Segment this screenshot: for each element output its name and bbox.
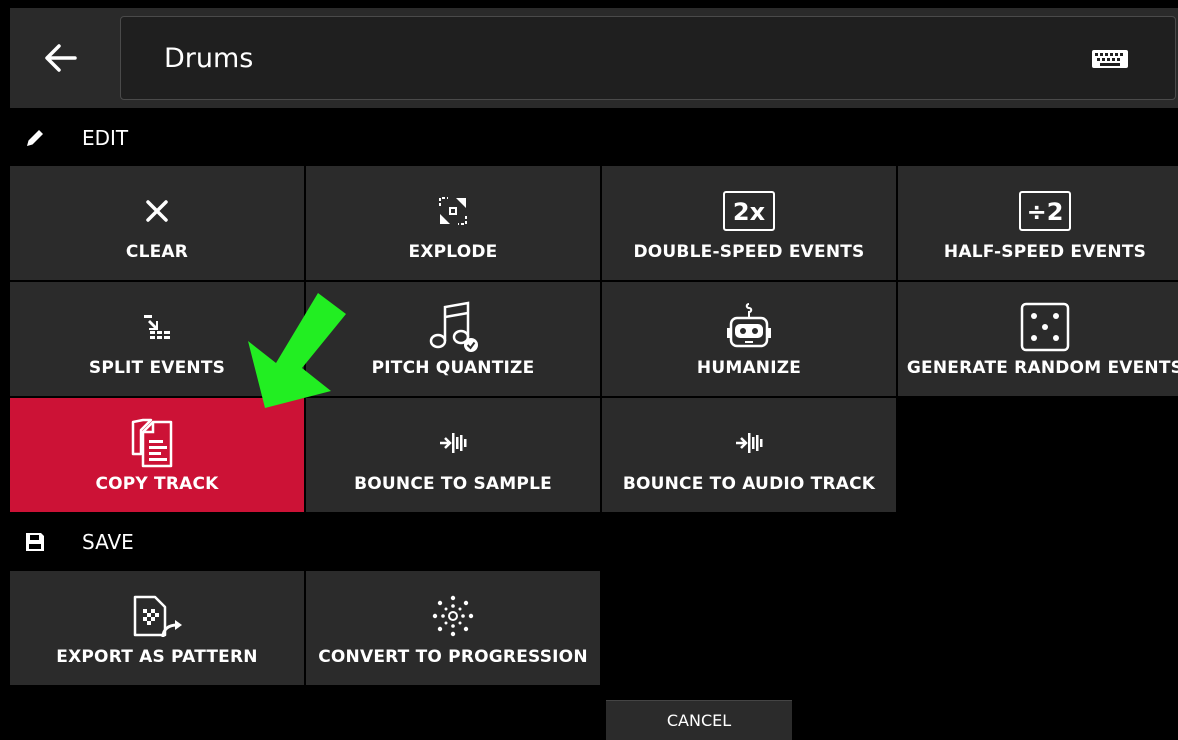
edit-section-header: EDIT [10, 113, 128, 163]
humanize-button[interactable]: HUMANIZE [602, 282, 896, 396]
track-name-value: Drums [164, 42, 254, 74]
copy-track-icon [131, 418, 173, 468]
cancel-button[interactable]: CANCEL [606, 700, 792, 740]
track-name-field[interactable]: Drums [120, 16, 1176, 100]
pitch-quantize-button[interactable]: PITCH QUANTIZE [306, 282, 600, 396]
half-speed-label: HALF-SPEED EVENTS [943, 242, 1147, 262]
bounce-to-sample-button[interactable]: BOUNCE TO SAMPLE [306, 398, 600, 512]
export-as-pattern-label: EXPORT AS PATTERN [56, 647, 258, 667]
half-speed-events-button[interactable]: ÷2 HALF-SPEED EVENTS [898, 166, 1178, 280]
bounce-icon [736, 433, 763, 453]
convert-to-progression-label: CONVERT TO PROGRESSION [318, 647, 588, 667]
generate-random-events-button[interactable]: GENERATE RANDOM EVENTS [898, 282, 1178, 396]
export-as-pattern-button[interactable]: EXPORT AS PATTERN [10, 571, 304, 685]
dice-icon [1020, 302, 1070, 352]
split-events-button[interactable]: SPLIT EVENTS [10, 282, 304, 396]
save-icon [26, 533, 44, 551]
pitch-quantize-icon [429, 301, 478, 352]
explode-button[interactable]: EXPLODE [306, 166, 600, 280]
back-button[interactable] [10, 8, 110, 108]
half-speed-icon: ÷2 [1019, 191, 1071, 231]
bounce-to-audio-track-label: BOUNCE TO AUDIO TRACK [622, 474, 876, 494]
half-speed-icon-text: ÷2 [1027, 198, 1064, 226]
copy-track-button[interactable]: COPY TRACK [10, 398, 304, 512]
back-arrow-icon [45, 44, 77, 72]
export-pattern-icon [133, 595, 182, 638]
robot-icon [727, 303, 771, 348]
generate-random-events-label: GENERATE RANDOM EVENTS [906, 358, 1178, 378]
explode-icon [439, 197, 467, 225]
double-speed-icon: 2x [723, 191, 775, 231]
double-speed-icon-text: 2x [733, 198, 766, 226]
pitch-quantize-label: PITCH QUANTIZE [371, 358, 535, 378]
copy-track-label: COPY TRACK [95, 474, 219, 494]
pencil-icon [27, 130, 43, 146]
save-section-header: SAVE [10, 517, 134, 567]
convert-to-progression-button[interactable]: CONVERT TO PROGRESSION [306, 571, 600, 685]
explode-label: EXPLODE [408, 242, 498, 262]
split-events-icon [144, 315, 170, 339]
clear-label: CLEAR [125, 242, 189, 262]
bounce-to-audio-track-button[interactable]: BOUNCE TO AUDIO TRACK [602, 398, 896, 512]
clear-button[interactable]: CLEAR [10, 166, 304, 280]
bounce-to-sample-label: BOUNCE TO SAMPLE [354, 474, 552, 494]
keyboard-icon[interactable] [1091, 49, 1129, 69]
edit-section-label: EDIT [82, 126, 129, 150]
split-events-label: SPLIT EVENTS [88, 358, 226, 378]
double-speed-events-button[interactable]: 2x DOUBLE-SPEED EVENTS [602, 166, 896, 280]
close-icon [146, 200, 168, 222]
bounce-icon [440, 433, 467, 453]
humanize-label: HUMANIZE [696, 358, 802, 378]
double-speed-label: DOUBLE-SPEED EVENTS [633, 242, 865, 262]
save-section-label: SAVE [82, 530, 134, 554]
progression-icon [432, 595, 474, 637]
top-bar: Drums [10, 8, 1178, 108]
